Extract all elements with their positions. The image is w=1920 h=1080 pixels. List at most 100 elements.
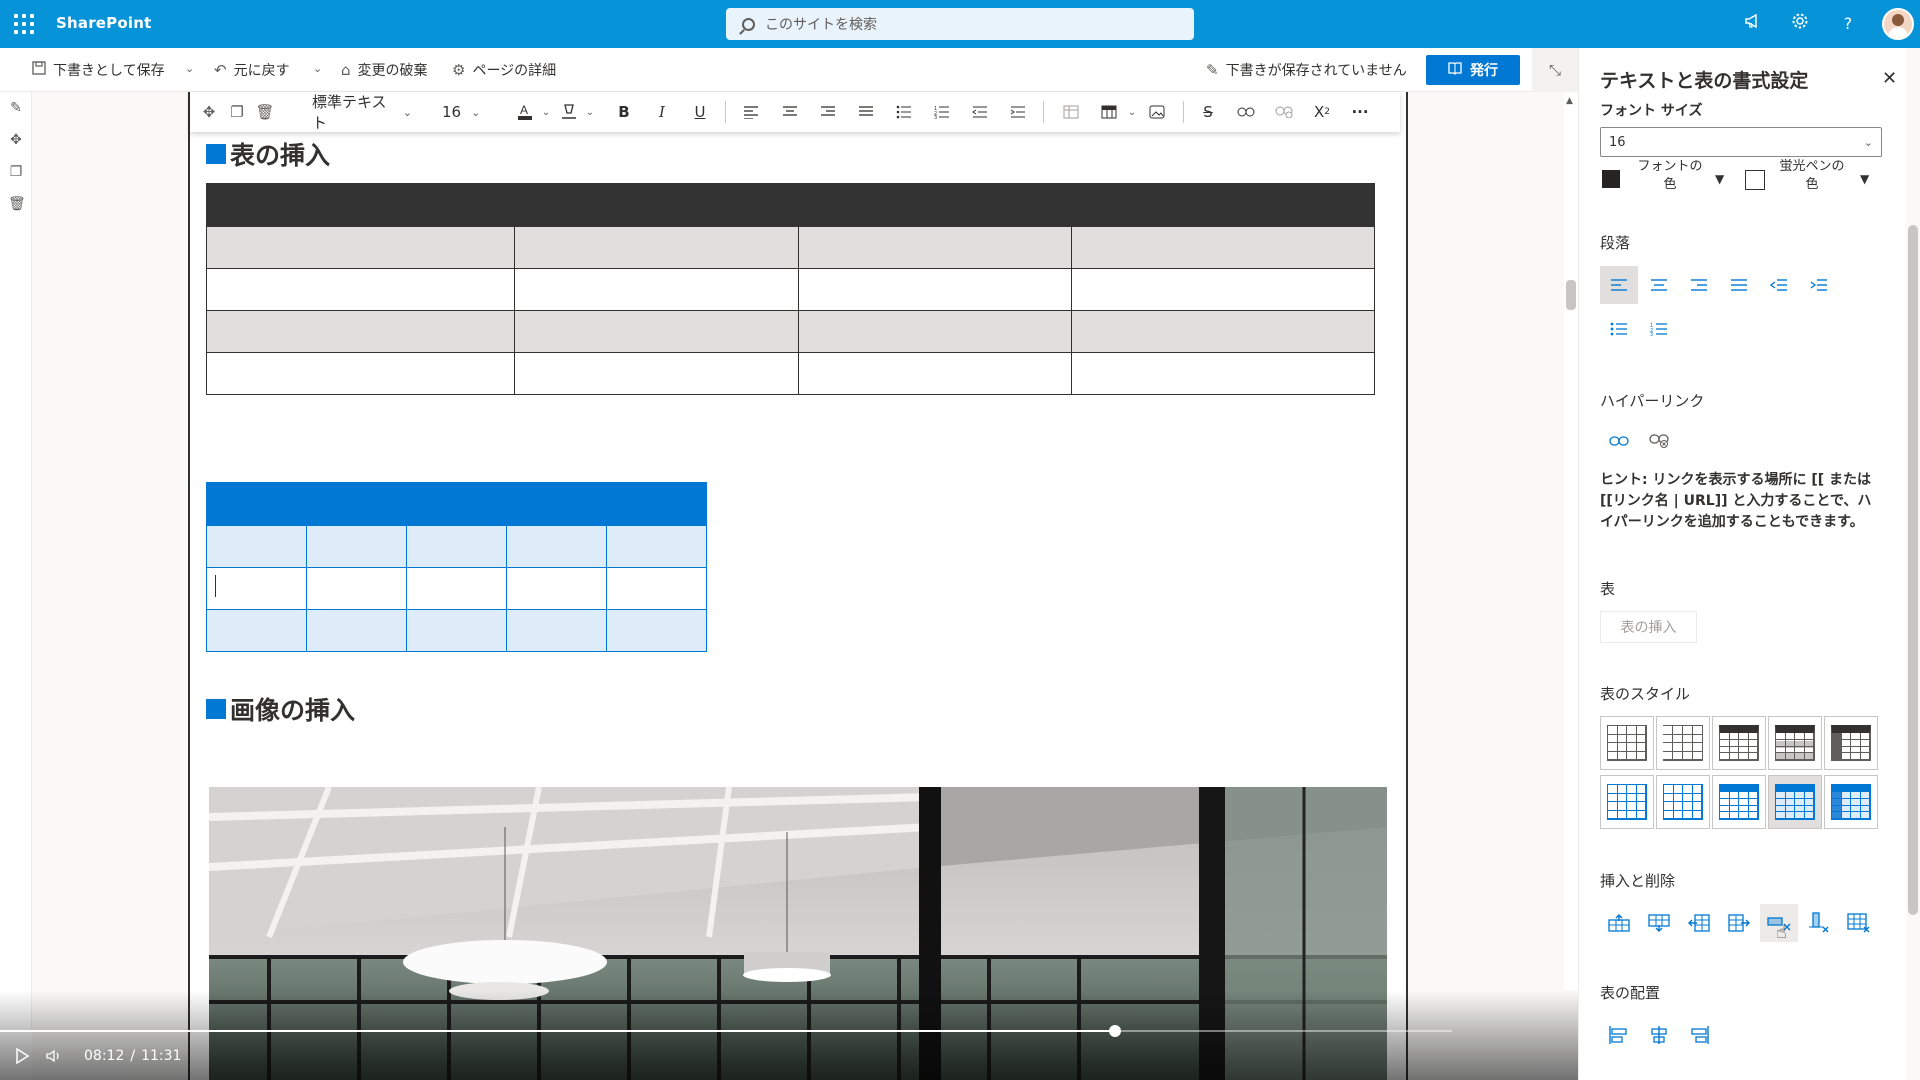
edit-webpart-icon[interactable]: ✎ <box>8 100 24 116</box>
table-cell[interactable] <box>1071 226 1375 269</box>
undo-button[interactable]: ↶ 元に戻す <box>214 48 290 92</box>
table-cell[interactable] <box>206 352 515 395</box>
table-style-blue-first-column[interactable] <box>1824 775 1878 829</box>
table-align-left-icon[interactable] <box>1600 1016 1638 1054</box>
publish-button[interactable]: 発行 <box>1426 55 1520 85</box>
avatar[interactable] <box>1882 8 1914 40</box>
table-style-dark-first-column[interactable] <box>1824 716 1878 770</box>
video-progress-bar[interactable] <box>0 1025 1452 1037</box>
table-style-bulleted[interactable] <box>1712 716 1766 770</box>
pane-align-right-icon[interactable] <box>1680 266 1718 304</box>
insert-table-icon[interactable] <box>1094 92 1124 132</box>
underline-icon[interactable]: U <box>686 92 714 132</box>
table-cell[interactable] <box>798 226 1072 269</box>
table-cell[interactable] <box>206 525 307 568</box>
highlight-icon[interactable] <box>556 92 582 132</box>
app-launcher-icon[interactable] <box>14 14 34 34</box>
table-align-right-icon[interactable] <box>1680 1016 1718 1054</box>
table-style-blue-header[interactable] <box>1712 775 1766 829</box>
table-cell[interactable] <box>1071 352 1375 395</box>
link-icon[interactable] <box>1231 92 1261 132</box>
align-right-icon[interactable] <box>813 92 843 132</box>
page-scrollbar[interactable] <box>1564 92 1578 990</box>
numbered-list-icon[interactable]: 123 <box>927 92 957 132</box>
table-cell[interactable] <box>206 268 515 311</box>
table-cell[interactable] <box>406 609 507 652</box>
pane-align-center-icon[interactable] <box>1640 266 1678 304</box>
save-options-chevron-icon[interactable]: ⌄ <box>185 62 194 75</box>
table-cell[interactable] <box>206 609 307 652</box>
undo-options-chevron-icon[interactable]: ⌄ <box>313 62 322 75</box>
superscript-icon[interactable]: X2 <box>1307 92 1337 132</box>
increase-indent-icon[interactable] <box>1003 92 1033 132</box>
unlink-icon[interactable] <box>1269 92 1299 132</box>
heading-table-section[interactable]: 表の挿入 <box>206 136 330 172</box>
highlight-color-swatch[interactable] <box>1745 170 1765 190</box>
table-cell[interactable] <box>1071 310 1375 353</box>
table-cell[interactable] <box>306 609 407 652</box>
table-cell[interactable] <box>606 609 707 652</box>
table-style-blue-minimal[interactable] <box>1656 775 1710 829</box>
table-style-simple[interactable] <box>1600 716 1654 770</box>
table-cell[interactable] <box>406 567 507 610</box>
table-cell[interactable] <box>206 310 515 353</box>
insert-column-right-icon[interactable] <box>1720 904 1758 942</box>
font-color-chevron-icon[interactable]: ⌄ <box>538 92 554 132</box>
table-cell[interactable] <box>506 609 607 652</box>
page-details-button[interactable]: ⚙ ページの詳細 <box>452 48 556 92</box>
volume-icon[interactable] <box>46 1046 62 1066</box>
collapse-pane-button[interactable]: ⤡ <box>1532 48 1578 92</box>
delete-column-icon[interactable] <box>1800 904 1838 942</box>
table-cell[interactable] <box>406 525 507 568</box>
pane-align-left-icon[interactable] <box>1600 266 1638 304</box>
move-icon[interactable]: ✥ <box>8 132 24 148</box>
strikethrough-icon[interactable]: S <box>1193 92 1223 132</box>
highlight-chevron-icon[interactable]: ⌄ <box>582 92 598 132</box>
delete-icon[interactable]: 🗑 <box>8 196 26 212</box>
table-cell[interactable] <box>606 567 707 610</box>
table-cell[interactable] <box>206 226 515 269</box>
align-left-icon[interactable] <box>736 92 766 132</box>
insert-row-below-icon[interactable] <box>1640 904 1678 942</box>
font-color-dropdown-icon[interactable]: ▼ <box>1715 172 1724 186</box>
table-cell[interactable] <box>506 567 607 610</box>
insert-image-icon[interactable] <box>1142 92 1172 132</box>
table-cell[interactable] <box>506 525 607 568</box>
scroll-up-icon[interactable]: ▲ <box>1566 96 1573 106</box>
table-cell[interactable] <box>306 525 407 568</box>
table-cell[interactable] <box>514 310 799 353</box>
megaphone-icon[interactable] <box>1741 12 1765 36</box>
pane-justify-icon[interactable] <box>1720 266 1758 304</box>
pane-numbered-list-icon[interactable]: 123 <box>1640 310 1678 348</box>
pane-unlink-icon[interactable] <box>1640 422 1678 460</box>
table-cell[interactable] <box>514 352 799 395</box>
insert-table-button[interactable]: 表の挿入 <box>1600 611 1697 643</box>
delete-webpart-icon[interactable]: 🗑 <box>252 92 278 132</box>
italic-icon[interactable]: I <box>648 92 676 132</box>
font-size-dropdown[interactable]: 16 ⌄ <box>442 92 490 132</box>
table-cell[interactable] <box>514 268 799 311</box>
play-icon[interactable] <box>14 1046 30 1066</box>
decrease-indent-icon[interactable] <box>965 92 995 132</box>
table-cell[interactable] <box>606 525 707 568</box>
content-table-blue[interactable] <box>206 482 707 652</box>
pane-bullet-list-icon[interactable] <box>1600 310 1638 348</box>
insert-row-above-icon[interactable] <box>1600 904 1638 942</box>
delete-row-icon[interactable]: ☝ <box>1760 904 1798 943</box>
font-color-swatch[interactable] <box>1602 170 1620 188</box>
save-draft-button[interactable]: 下書きとして保存 <box>32 48 165 92</box>
insert-table-chevron-icon[interactable]: ⌄ <box>1124 92 1140 132</box>
font-color-icon[interactable]: A <box>512 92 538 132</box>
move-webpart-icon[interactable]: ✥ <box>196 92 222 132</box>
bullet-list-icon[interactable] <box>889 92 919 132</box>
table-align-center-icon[interactable] <box>1640 1016 1678 1054</box>
delete-table-icon[interactable] <box>1840 904 1878 942</box>
more-options-icon[interactable]: ··· <box>1345 92 1375 132</box>
page-scrollbar-thumb[interactable] <box>1566 280 1576 310</box>
table-cell[interactable] <box>514 226 799 269</box>
table-properties-icon[interactable] <box>1056 92 1086 132</box>
discard-changes-button[interactable]: ⌂ 変更の破棄 <box>341 48 428 92</box>
help-icon[interactable]: ? <box>1836 12 1860 36</box>
duplicate-webpart-icon[interactable]: ❐ <box>224 92 250 132</box>
table-cell[interactable] <box>1071 268 1375 311</box>
